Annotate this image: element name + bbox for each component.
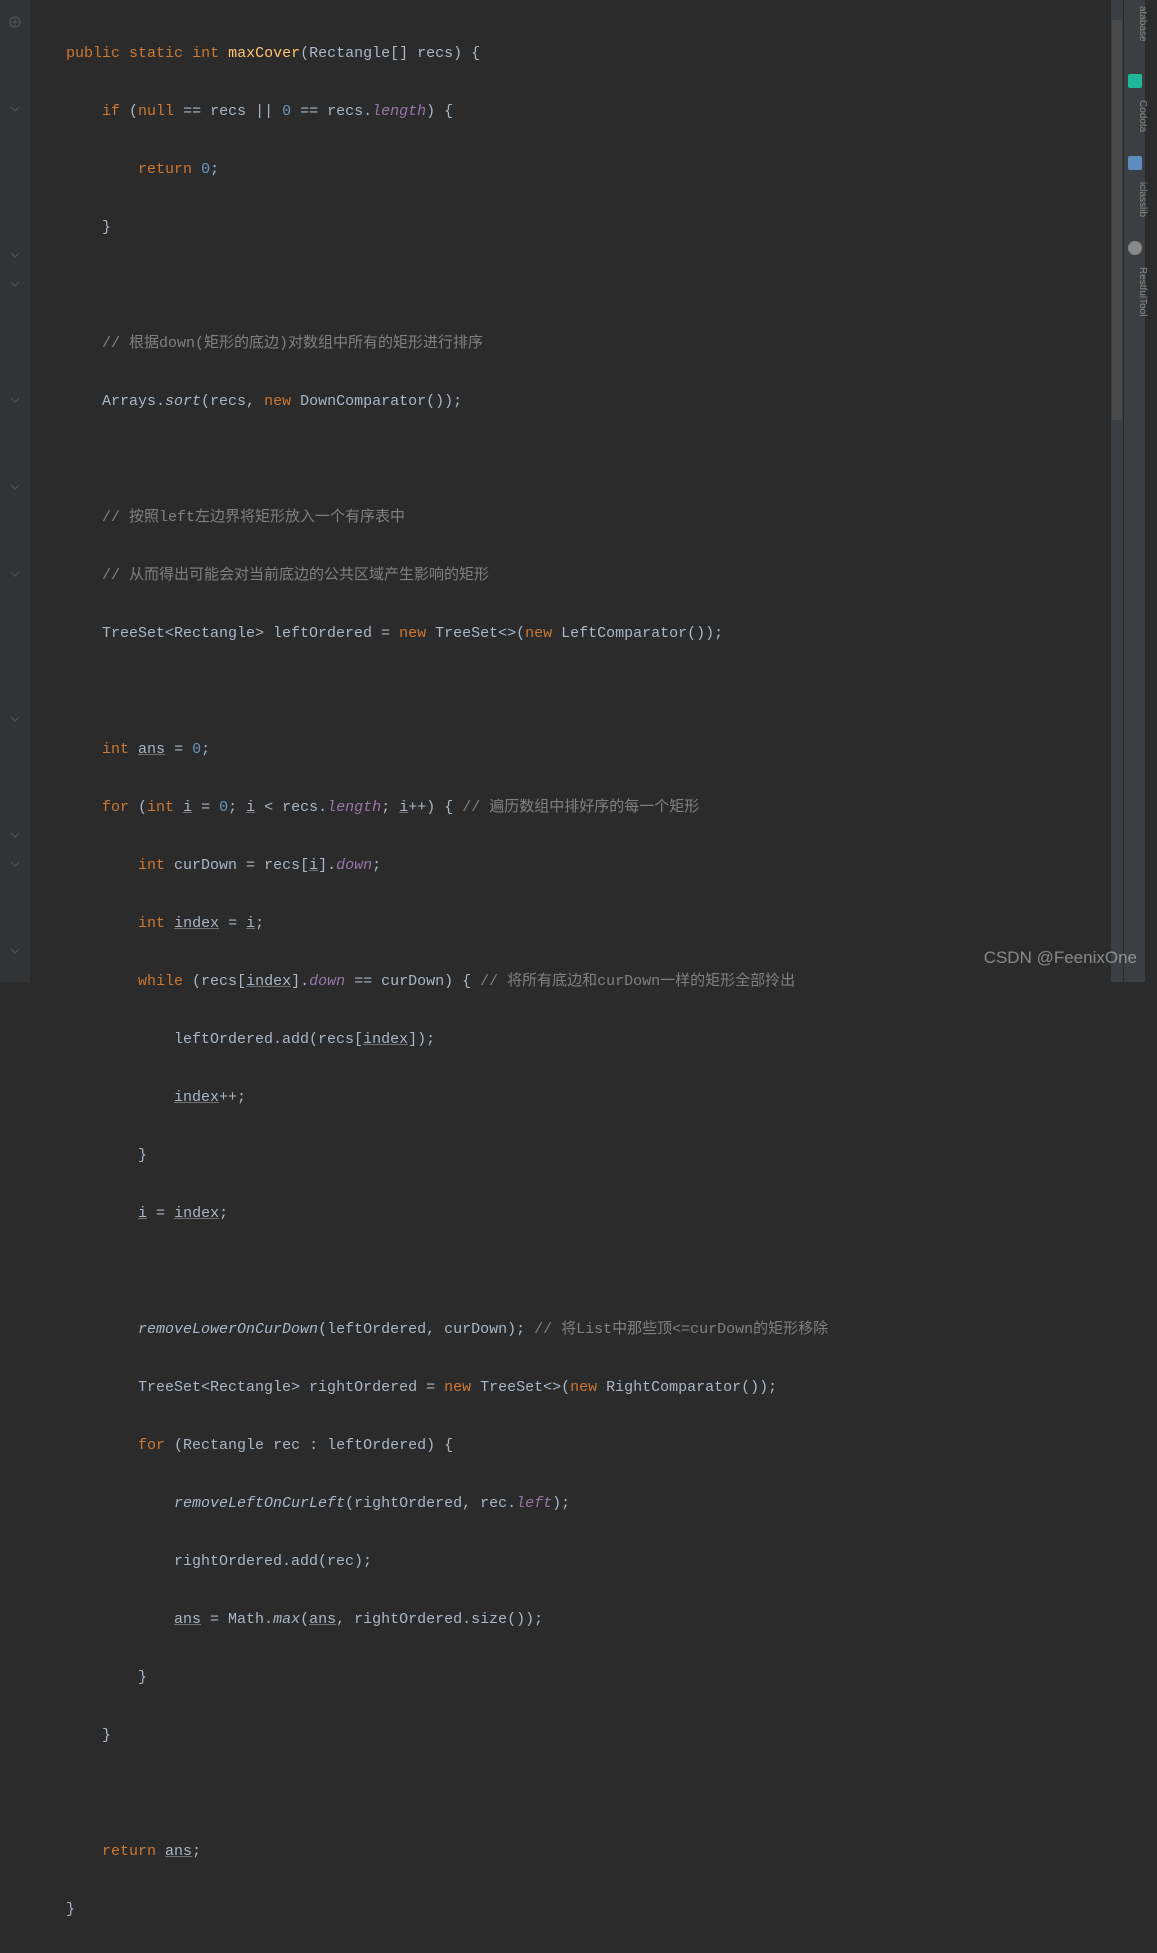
code-line[interactable]: removeLeftOnCurLeft(rightOrdered, rec.le…	[30, 1489, 828, 1518]
code-line[interactable]	[30, 1779, 828, 1808]
code-line[interactable]: // 按照left左边界将矩形放入一个有序表中	[30, 503, 828, 532]
code-line[interactable]: }	[30, 1721, 828, 1750]
code-line[interactable]: // 根据down(矩形的底边)对数组中所有的矩形进行排序	[30, 329, 828, 358]
code-line[interactable]: for (Rectangle rec : leftOrdered) {	[30, 1431, 828, 1460]
gutter-fold-icon[interactable]	[8, 277, 22, 291]
code-line[interactable]: i = index;	[30, 1199, 828, 1228]
gutter-fold-icon[interactable]	[8, 102, 22, 116]
gutter-fold-icon[interactable]	[8, 857, 22, 871]
editor-gutter	[0, 0, 30, 982]
code-line[interactable]: index++;	[30, 1083, 828, 1112]
code-line[interactable]: if (null == recs || 0 == recs.length) {	[30, 97, 828, 126]
gutter-fold-icon[interactable]	[8, 828, 22, 842]
code-line[interactable]: }	[30, 1895, 828, 1924]
gutter-fold-icon[interactable]	[8, 567, 22, 581]
code-line[interactable]: int curDown = recs[i].down;	[30, 851, 828, 880]
gutter-fold-icon[interactable]	[8, 480, 22, 494]
code-line[interactable]: public static int maxCover(Rectangle[] r…	[30, 39, 828, 68]
code-line[interactable]: }	[30, 1663, 828, 1692]
sidebar-item-iclasslib[interactable]: iclasslib	[1124, 176, 1157, 223]
watermark-text: CSDN @FeenixOne	[984, 943, 1137, 972]
vertical-scrollbar[interactable]	[1111, 0, 1123, 982]
iclasslib-icon[interactable]	[1128, 156, 1142, 170]
code-line[interactable]: TreeSet<Rectangle> rightOrdered = new Tr…	[30, 1373, 828, 1402]
code-line[interactable]: for (int i = 0; i < recs.length; i++) { …	[30, 793, 828, 822]
code-line[interactable]: ans = Math.max(ans, rightOrdered.size())…	[30, 1605, 828, 1634]
code-line[interactable]: int index = i;	[30, 909, 828, 938]
sidebar-item-restfultool[interactable]: RestfulTool	[1124, 261, 1157, 322]
scrollbar-thumb[interactable]	[1112, 20, 1122, 420]
codota-icon[interactable]	[1128, 74, 1142, 88]
code-line[interactable]	[30, 1257, 828, 1286]
code-line[interactable]: rightOrdered.add(rec);	[30, 1547, 828, 1576]
code-line[interactable]	[30, 445, 828, 474]
code-line[interactable]: // 从而得出可能会对当前底边的公共区域产生影响的矩形	[30, 561, 828, 590]
code-line[interactable]	[30, 271, 828, 300]
code-line[interactable]	[30, 677, 828, 706]
code-line[interactable]: return ans;	[30, 1837, 828, 1866]
code-line[interactable]: return 0;	[30, 155, 828, 184]
sidebar-item-codota[interactable]: Codota	[1124, 94, 1157, 138]
code-line[interactable]: }	[30, 213, 828, 242]
code-line[interactable]: removeLowerOnCurDown(leftOrdered, curDow…	[30, 1315, 828, 1344]
restful-icon[interactable]	[1128, 241, 1142, 255]
code-line[interactable]: }	[30, 1141, 828, 1170]
code-line[interactable]: int ans = 0;	[30, 735, 828, 764]
code-line[interactable]: TreeSet<Rectangle> leftOrdered = new Tre…	[30, 619, 828, 648]
gutter-override-icon	[8, 15, 22, 29]
gutter-fold-icon[interactable]	[8, 248, 22, 262]
gutter-fold-icon[interactable]	[8, 712, 22, 726]
gutter-fold-icon[interactable]	[8, 944, 22, 958]
code-line[interactable]: leftOrdered.add(recs[index]);	[30, 1025, 828, 1054]
code-line[interactable]: Arrays.sort(recs, new DownComparator());	[30, 387, 828, 416]
sidebar-item-database[interactable]: atabase	[1124, 0, 1157, 48]
right-toolbar: atabase Codota iclasslib RestfulTool	[1123, 0, 1145, 982]
gutter-fold-icon[interactable]	[8, 393, 22, 407]
